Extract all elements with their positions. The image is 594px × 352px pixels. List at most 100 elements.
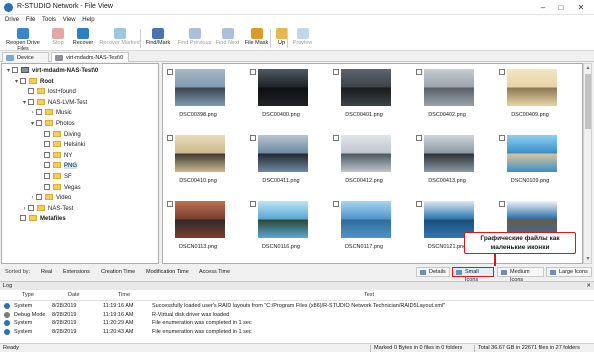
tab-virt-mdadm[interactable]: virt-mdadm-NAS-Test\0 — [51, 52, 129, 62]
toolbar-button-recover[interactable]: Recover — [71, 27, 95, 50]
view-medium-icons-button[interactable]: Medium Icons — [497, 267, 544, 283]
view-large-icons-button[interactable]: Large Icons — [546, 267, 592, 277]
scroll-up-icon[interactable]: ▲ — [585, 65, 591, 71]
tree-checkbox[interactable] — [28, 204, 34, 211]
file-checkbox[interactable] — [499, 201, 505, 207]
file-checkbox[interactable] — [250, 69, 256, 75]
tree-node[interactable]: lost+found — [21, 87, 76, 97]
file-checkbox[interactable] — [416, 263, 422, 264]
log-col-time[interactable]: Time — [118, 292, 130, 298]
tree-node[interactable]: Vegas — [37, 183, 81, 193]
file-thumbnail[interactable] — [167, 262, 229, 264]
file-thumbnail[interactable]: DSCN0109.png — [499, 134, 561, 192]
tree-node[interactable]: › NAS-Test — [21, 204, 73, 214]
log-col-type[interactable]: Type — [22, 292, 34, 298]
file-checkbox[interactable] — [333, 135, 339, 141]
sort-extensions[interactable]: Extensions — [63, 268, 90, 276]
file-thumbnail[interactable]: DSC00413.png — [416, 134, 478, 192]
tree-checkbox[interactable] — [44, 183, 50, 190]
expand-toggle-icon[interactable]: ▾ — [5, 66, 12, 76]
file-checkbox[interactable] — [167, 201, 173, 207]
file-checkbox[interactable] — [499, 135, 505, 141]
tree-checkbox[interactable] — [44, 151, 50, 158]
file-thumbnail[interactable] — [333, 262, 395, 264]
toolbar-button-find-mark[interactable]: Find/Mark — [144, 27, 172, 50]
sort-creation-time[interactable]: Creation Time — [101, 268, 135, 276]
log-col-text[interactable]: Text — [364, 292, 374, 298]
file-thumbnail[interactable]: DSC00411.png — [250, 134, 312, 192]
expand-toggle-icon[interactable]: › — [21, 204, 28, 214]
tree-checkbox[interactable] — [36, 120, 42, 126]
tree-node[interactable]: ▾ Root — [13, 77, 54, 87]
tree-node[interactable]: Helsinki — [37, 140, 85, 150]
sort-modification-time[interactable]: Modification Time — [146, 268, 189, 276]
file-thumbnail[interactable]: DSCN0113.png — [167, 200, 229, 258]
tree-checkbox[interactable] — [44, 141, 50, 148]
log-row[interactable]: Debug Mode 8/28/2019 11:19:16 AM R-Virtual … — [0, 311, 594, 319]
log-row[interactable]: System 8/28/2019 11:19:16 AM Successfully l… — [0, 302, 594, 310]
file-checkbox[interactable] — [333, 263, 339, 264]
file-thumbnail[interactable]: DSC00412.png — [333, 134, 395, 192]
tree-checkbox[interactable] — [36, 109, 42, 116]
tree-checkbox[interactable] — [28, 98, 34, 105]
menu-drive[interactable]: Drive — [5, 15, 19, 26]
file-thumbnail[interactable] — [250, 262, 312, 263]
tree-node[interactable]: SF — [37, 172, 72, 182]
tree-checkbox[interactable] — [44, 130, 50, 137]
file-thumbnail[interactable]: DSC00409.png — [499, 68, 561, 126]
file-thumbnail[interactable] — [499, 262, 561, 263]
expand-toggle-icon[interactable]: › — [29, 108, 36, 118]
file-thumbnail[interactable]: DSC00400.png — [250, 68, 312, 126]
maximize-button[interactable]: □ — [554, 2, 568, 13]
file-checkbox[interactable] — [167, 135, 173, 141]
file-checkbox[interactable] — [250, 135, 256, 141]
file-thumbnail[interactable]: DSCN0116.png — [250, 200, 312, 258]
menu-file[interactable]: File — [26, 15, 36, 26]
file-thumbnail[interactable]: DSCN0117.png — [333, 200, 395, 258]
file-checkbox[interactable] — [167, 263, 173, 264]
file-checkbox[interactable] — [499, 69, 505, 75]
log-row[interactable]: System 8/28/2019 11:20:29 AM File enumerati… — [0, 319, 594, 327]
toolbar-button-file-mask[interactable]: File Mask — [243, 27, 270, 50]
log-row[interactable]: System 8/28/2019 11:20:43 AM File enumerati… — [0, 328, 594, 336]
expand-toggle-icon[interactable]: ▾ — [29, 119, 36, 129]
file-checkbox[interactable] — [333, 201, 339, 207]
tree-node[interactable]: ▾ virt-mdadm-NAS-Test\0 — [5, 66, 98, 76]
file-thumbnail[interactable]: DSC00401.png — [333, 68, 395, 126]
toolbar-button-recover-marked[interactable]: Recover Marked — [98, 27, 141, 50]
tree-node[interactable]: › Video — [29, 193, 71, 203]
file-checkbox[interactable] — [250, 201, 256, 207]
file-thumbnail[interactable]: DSC00410.png — [167, 134, 229, 192]
tree-checkbox[interactable] — [20, 215, 26, 222]
tree-node[interactable]: Metafiles — [13, 214, 66, 224]
close-button[interactable]: ✕ — [574, 2, 588, 13]
file-thumbnail[interactable]: DSC00402.png — [416, 68, 478, 126]
file-checkbox[interactable] — [416, 69, 422, 75]
sort-real[interactable]: Real — [41, 268, 52, 276]
minimize-button[interactable]: – — [536, 2, 550, 13]
file-thumbnail[interactable] — [416, 262, 478, 264]
sort-access-time[interactable]: Access Time — [199, 268, 230, 276]
toolbar-button-find-previous[interactable]: Find Previous — [177, 27, 212, 50]
menu-tools[interactable]: Tools — [42, 15, 56, 26]
menu-view[interactable]: View — [63, 15, 76, 26]
expand-toggle-icon[interactable]: ▾ — [13, 77, 20, 87]
grid-scrollbar[interactable]: ▲ ▼ — [583, 63, 592, 264]
toolbar-button-find-next[interactable]: Find Next — [214, 27, 241, 50]
tree-checkbox[interactable] — [20, 77, 26, 84]
file-checkbox[interactable] — [333, 69, 339, 75]
tree-node[interactable]: Diving — [37, 130, 81, 140]
scroll-down-icon[interactable]: ▼ — [585, 256, 591, 262]
menu-help[interactable]: Help — [82, 15, 94, 26]
scroll-thumb[interactable] — [585, 74, 591, 129]
tree-node[interactable]: NY — [37, 151, 72, 161]
tree-node[interactable]: › Music — [29, 108, 72, 118]
tree-checkbox[interactable] — [36, 194, 42, 201]
toolbar-button-reopen[interactable]: Reopen Drive Files — [2, 27, 44, 52]
file-thumbnail[interactable]: DSC00398.png — [167, 68, 229, 126]
tree-checkbox[interactable] — [44, 162, 50, 169]
toolbar-button-stop[interactable]: Stop — [47, 27, 69, 50]
file-checkbox[interactable] — [416, 135, 422, 141]
tree-node[interactable]: ▾ Photos — [29, 119, 75, 129]
view-details-button[interactable]: Details — [416, 267, 450, 277]
